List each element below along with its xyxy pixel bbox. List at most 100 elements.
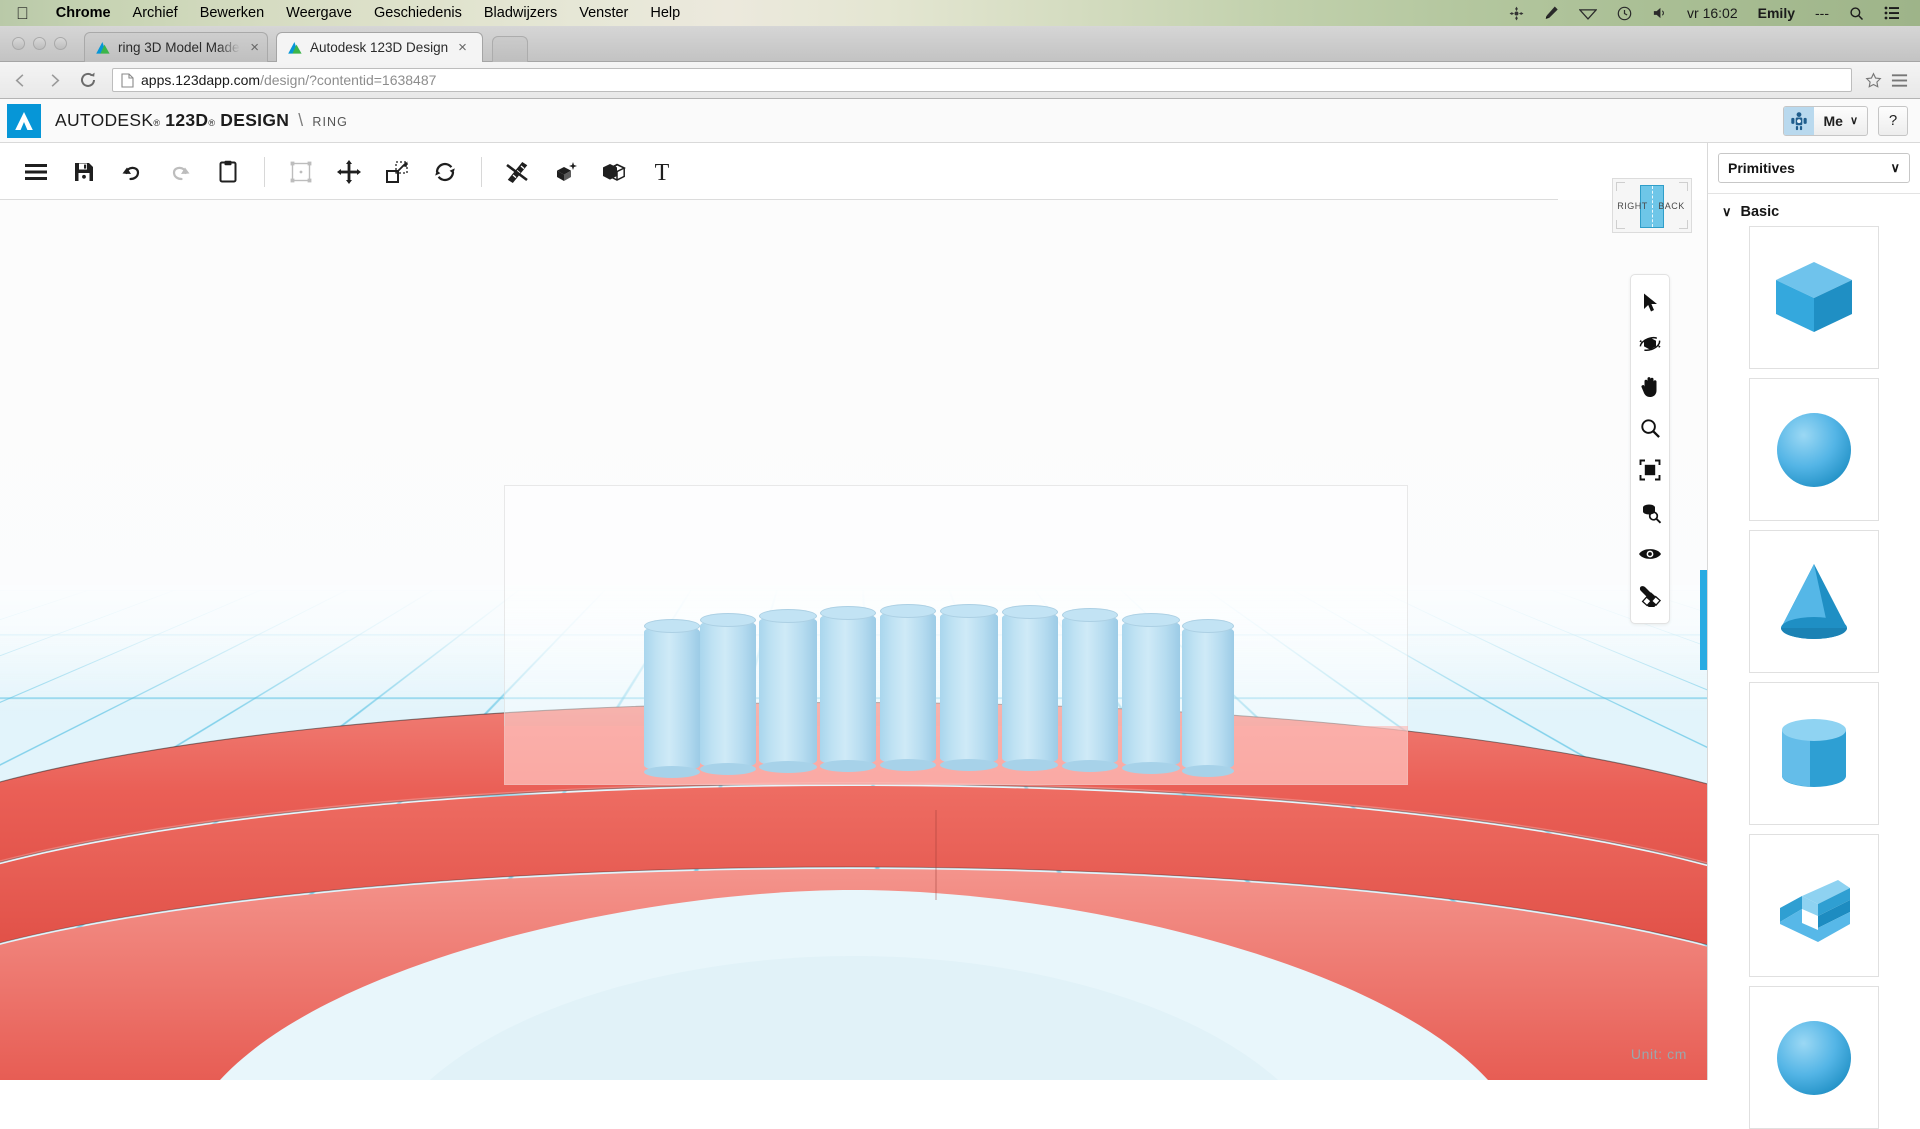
undo-icon[interactable] <box>108 148 156 196</box>
save-icon[interactable] <box>60 148 108 196</box>
cylinder-instance[interactable] <box>1182 619 1234 777</box>
primitive-sphere-icon <box>1777 412 1851 487</box>
reload-icon[interactable] <box>74 66 102 94</box>
chevron-down-icon: ∨ <box>1722 204 1732 219</box>
forward-arrow-icon[interactable] <box>40 66 68 94</box>
cylinder-instance[interactable] <box>644 619 700 778</box>
menu-weergave[interactable]: Weergave <box>275 0 363 26</box>
menu-help[interactable]: Help <box>639 0 691 26</box>
chrome-menu-icon[interactable] <box>1886 73 1912 88</box>
menu-bewerken[interactable]: Bewerken <box>189 0 275 26</box>
combine-icon[interactable] <box>590 148 638 196</box>
help-button[interactable]: ? <box>1878 105 1908 136</box>
primitive-wedge-item[interactable] <box>1749 834 1879 977</box>
menu-chrome[interactable]: Chrome <box>45 0 122 26</box>
new-tab-button[interactable] <box>492 36 528 62</box>
browser-tab-title: Autodesk 123D Design <box>310 40 449 55</box>
rotate-icon[interactable] <box>421 148 469 196</box>
cylinder-instance[interactable] <box>1002 605 1058 771</box>
primitives-group-basic[interactable]: ∨ Basic <box>1708 194 1920 226</box>
menubar-clock[interactable]: vr 16:02 <box>1677 5 1748 21</box>
dropbox-icon[interactable] <box>1499 6 1534 21</box>
product-word: DESIGN <box>220 110 290 130</box>
browser-tab-ring-model[interactable]: ring 3D Model Made with 1 × <box>84 32 268 62</box>
autodesk-favicon-icon <box>287 40 303 56</box>
tab-close-icon[interactable]: × <box>458 40 467 55</box>
wifi-icon[interactable] <box>1569 7 1607 20</box>
cylinder-instance[interactable] <box>1122 613 1180 774</box>
bookmark-star-icon[interactable] <box>1860 71 1886 89</box>
autodesk-logo[interactable] <box>7 103 41 138</box>
window-traffic-lights <box>12 37 67 50</box>
pan-hand-icon[interactable] <box>1633 366 1667 406</box>
cylinder-instance[interactable] <box>940 604 998 771</box>
menu-geschiedenis[interactable]: Geschiedenis <box>363 0 473 26</box>
brand-trademark: ® <box>153 118 161 128</box>
browser-tab-bar: ring 3D Model Made with 1 × Autodesk 123… <box>0 26 1920 62</box>
notification-center-icon[interactable] <box>1874 6 1910 20</box>
url-host: apps.123dapp.com <box>141 72 261 88</box>
text-icon[interactable]: T <box>638 148 686 196</box>
primitives-group-label: Basic <box>1740 204 1780 220</box>
cylinder-instance[interactable] <box>759 609 817 773</box>
brand-name: AUTODESK <box>55 110 154 130</box>
toolbar-divider <box>481 156 482 187</box>
primitive-icon[interactable] <box>542 148 590 196</box>
menu-bladwijzers[interactable]: Bladwijzers <box>473 0 568 26</box>
select-arrow-icon[interactable] <box>1633 282 1667 322</box>
orbit-icon[interactable] <box>1633 324 1667 364</box>
hamburger-menu-icon[interactable] <box>12 148 60 196</box>
spotlight-search-icon[interactable] <box>1839 6 1874 21</box>
chevron-down-icon: ∨ <box>1849 115 1858 127</box>
browser-toolbar: apps.123dapp.com/design/?contentid=16384… <box>0 62 1920 99</box>
primitive-cylinder-item[interactable] <box>1749 682 1879 825</box>
3d-viewport[interactable]: Unit: cm <box>0 200 1707 1080</box>
view-cube[interactable]: RIGHT BACK <box>1612 178 1692 233</box>
primitive-torus-item[interactable] <box>1749 986 1879 1129</box>
page-icon <box>121 72 134 88</box>
fit-to-window-icon[interactable] <box>1633 450 1667 490</box>
viewcube-face-right[interactable]: RIGHT <box>1613 179 1652 232</box>
cylinder-instance[interactable] <box>700 613 756 775</box>
cylinder-instance[interactable] <box>820 606 876 772</box>
product-trademark: ® <box>208 118 216 128</box>
tab-close-icon[interactable]: × <box>250 40 259 55</box>
scale-icon[interactable] <box>373 148 421 196</box>
primitive-cylinder-icon <box>1782 718 1846 787</box>
menubar-user-name[interactable]: Emily <box>1748 5 1805 21</box>
account-menu-button[interactable]: Me ∨ <box>1783 105 1868 136</box>
cylinder-instance[interactable] <box>880 604 936 771</box>
primitive-cone-item[interactable] <box>1749 530 1879 673</box>
viewport-scroll-indicator[interactable] <box>1700 570 1707 670</box>
window-zoom-button[interactable] <box>54 37 67 50</box>
document-name: RING <box>312 115 349 129</box>
primitive-box-item[interactable] <box>1749 226 1879 369</box>
menu-archief[interactable]: Archief <box>122 0 189 26</box>
visibility-eye-icon[interactable] <box>1633 534 1667 574</box>
autodesk-favicon-icon <box>95 40 111 56</box>
paste-clipboard-icon[interactable] <box>204 148 252 196</box>
zoom-magnifier-icon[interactable] <box>1633 408 1667 448</box>
window-close-button[interactable] <box>12 37 25 50</box>
volume-icon[interactable] <box>1642 6 1677 20</box>
window-minimize-button[interactable] <box>33 37 46 50</box>
address-bar[interactable]: apps.123dapp.com/design/?contentid=16384… <box>112 68 1852 92</box>
primitive-cone-icon <box>1781 563 1847 639</box>
pen-icon[interactable] <box>1534 5 1569 21</box>
primitive-sphere-item[interactable] <box>1749 378 1879 521</box>
redo-icon[interactable] <box>156 148 204 196</box>
snap-grid-icon[interactable] <box>1633 576 1667 616</box>
menu-venster[interactable]: Venster <box>568 0 639 26</box>
primitives-category-select[interactable]: Primitives ∨ <box>1718 153 1910 183</box>
zoom-object-icon[interactable] <box>1633 492 1667 532</box>
move-icon[interactable] <box>325 148 373 196</box>
viewcube-face-back[interactable]: BACK <box>1652 179 1691 232</box>
page-title: AUTODESK ® 123D ® DESIGN \ RING <box>55 110 348 131</box>
time-machine-icon[interactable] <box>1607 6 1642 21</box>
sketch-icon[interactable] <box>277 148 325 196</box>
measure-icon[interactable] <box>494 148 542 196</box>
back-arrow-icon[interactable] <box>6 66 34 94</box>
apple-logo-icon[interactable]:  <box>16 5 29 22</box>
browser-tab-autodesk-design[interactable]: Autodesk 123D Design × <box>276 32 483 62</box>
cylinder-instance[interactable] <box>1062 608 1118 772</box>
